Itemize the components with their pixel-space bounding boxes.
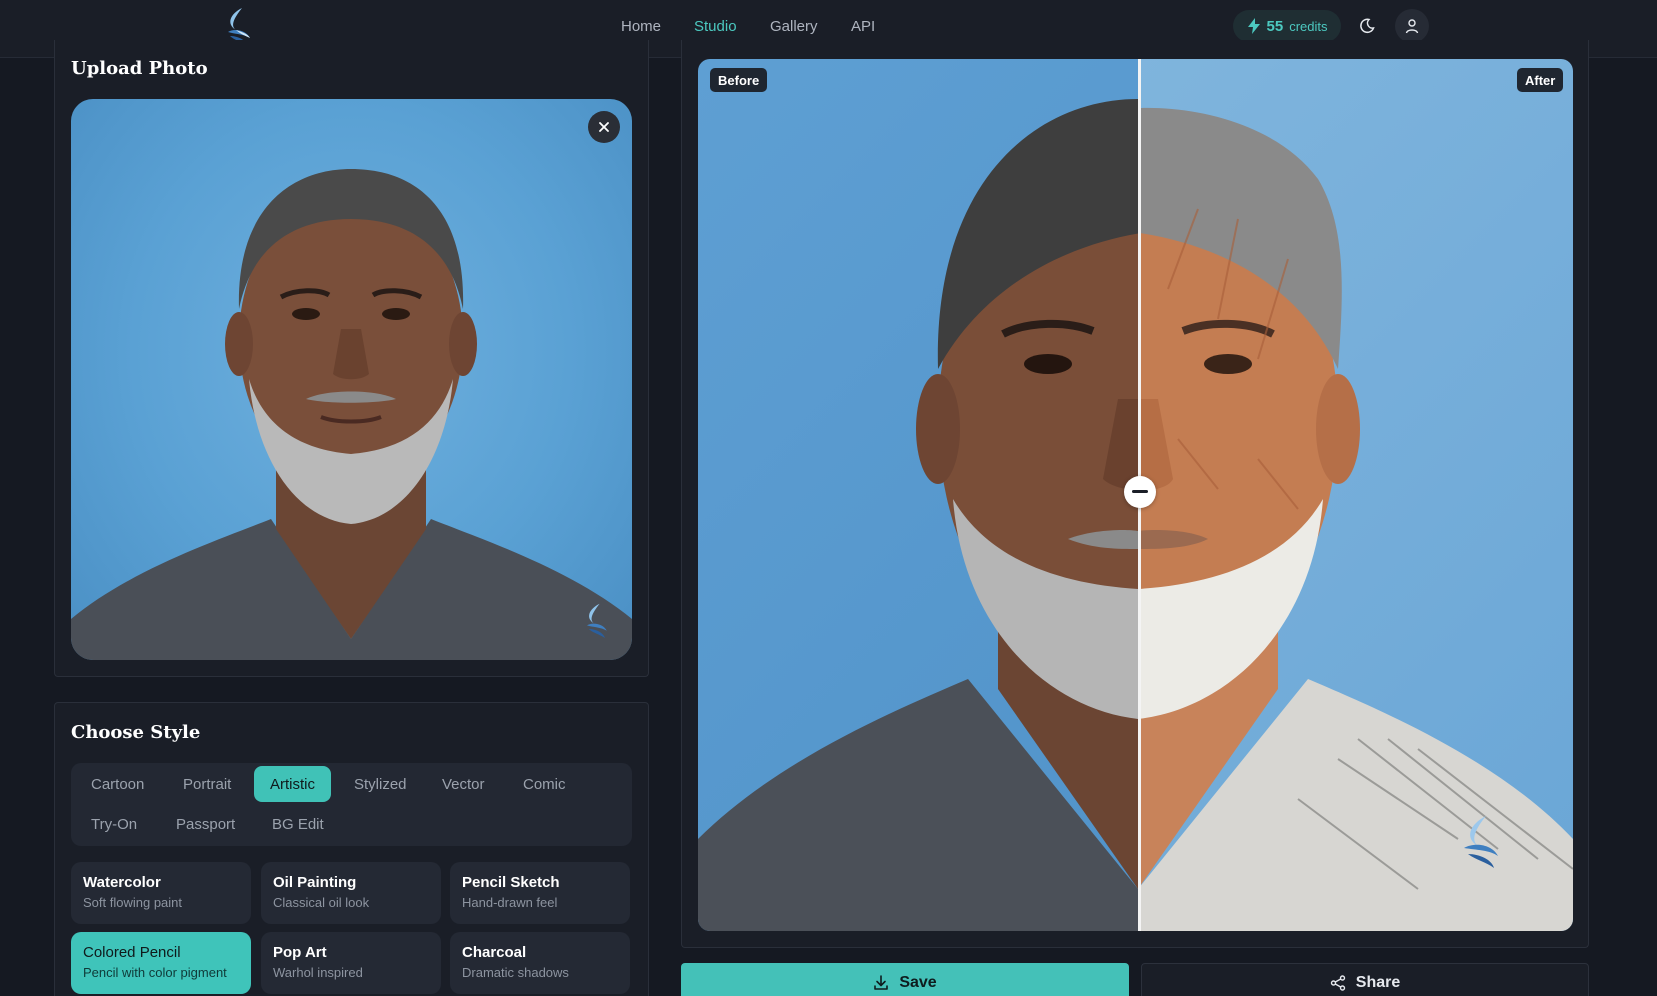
style-card-title: Oil Painting — [273, 874, 357, 891]
style-card-colored-pencil[interactable]: Colored Pencil Pencil with color pigment — [71, 932, 251, 994]
remove-photo-button[interactable] — [588, 111, 620, 143]
moon-icon — [1360, 18, 1375, 34]
tab-artistic[interactable]: Artistic — [254, 766, 331, 802]
portrait-illustration — [71, 169, 632, 660]
save-button[interactable]: Save — [681, 963, 1129, 996]
style-card-subtitle: Warhol inspired — [273, 965, 363, 980]
style-card-pencil-sketch[interactable]: Pencil Sketch Hand-drawn feel — [450, 862, 630, 924]
watermark-logo-icon — [587, 603, 607, 638]
tab-vector[interactable]: Vector — [426, 766, 501, 802]
share-button[interactable]: Share — [1141, 963, 1589, 996]
theme-toggle-button[interactable] — [1350, 9, 1384, 43]
tab-try-on[interactable]: Try-On — [75, 806, 153, 842]
credits-count: 55 — [1266, 17, 1284, 35]
before-badge: Before — [710, 68, 768, 92]
compare-slider-handle[interactable] — [1124, 476, 1156, 508]
style-card-subtitle: Classical oil look — [273, 895, 370, 910]
after-badge: After — [1517, 68, 1564, 92]
save-label: Save — [899, 974, 937, 991]
style-card-pop-art[interactable]: Pop Art Warhol inspired — [261, 932, 441, 994]
style-card-title: Colored Pencil — [83, 944, 181, 961]
tab-portrait[interactable]: Portrait — [167, 766, 247, 802]
style-card-subtitle: Hand-drawn feel — [462, 895, 558, 910]
style-card-watercolor[interactable]: Watercolor Soft flowing paint — [71, 862, 251, 924]
download-icon — [874, 975, 889, 990]
style-card-subtitle: Soft flowing paint — [83, 895, 183, 910]
user-icon — [1405, 19, 1419, 34]
uploaded-photo — [71, 99, 632, 660]
style-card-oil-painting[interactable]: Oil Painting Classical oil look — [261, 862, 441, 924]
style-card-title: Watercolor — [83, 874, 161, 891]
share-icon — [1330, 975, 1345, 991]
nav-link-studio[interactable]: Studio — [694, 18, 737, 35]
style-card-charcoal[interactable]: Charcoal Dramatic shadows — [450, 932, 630, 994]
tab-comic[interactable]: Comic — [507, 766, 582, 802]
nav-link-home[interactable]: Home — [621, 18, 661, 35]
tab-cartoon[interactable]: Cartoon — [75, 766, 160, 802]
tab-passport[interactable]: Passport — [160, 806, 251, 842]
credits-badge[interactable]: 55 credits — [1233, 10, 1341, 42]
style-card-title: Charcoal — [462, 944, 527, 961]
minus-icon — [1132, 490, 1148, 493]
bolt-icon — [1247, 18, 1260, 34]
tab-bg-edit[interactable]: BG Edit — [256, 806, 340, 842]
user-account-button[interactable] — [1395, 9, 1429, 43]
style-card-title: Pencil Sketch — [462, 874, 560, 891]
style-card-subtitle: Pencil with color pigment — [83, 965, 227, 980]
upload-title: Upload Photo — [71, 58, 208, 79]
tab-stylized[interactable]: Stylized — [338, 766, 423, 802]
style-title: Choose Style — [71, 722, 201, 743]
style-card-title: Pop Art — [273, 944, 327, 961]
nav-link-api[interactable]: API — [851, 18, 875, 35]
credits-label: credits — [1289, 18, 1328, 34]
nav-link-gallery[interactable]: Gallery — [770, 18, 818, 35]
share-label: Share — [1355, 974, 1401, 991]
close-icon — [599, 122, 609, 132]
style-card-subtitle: Dramatic shadows — [462, 965, 569, 980]
